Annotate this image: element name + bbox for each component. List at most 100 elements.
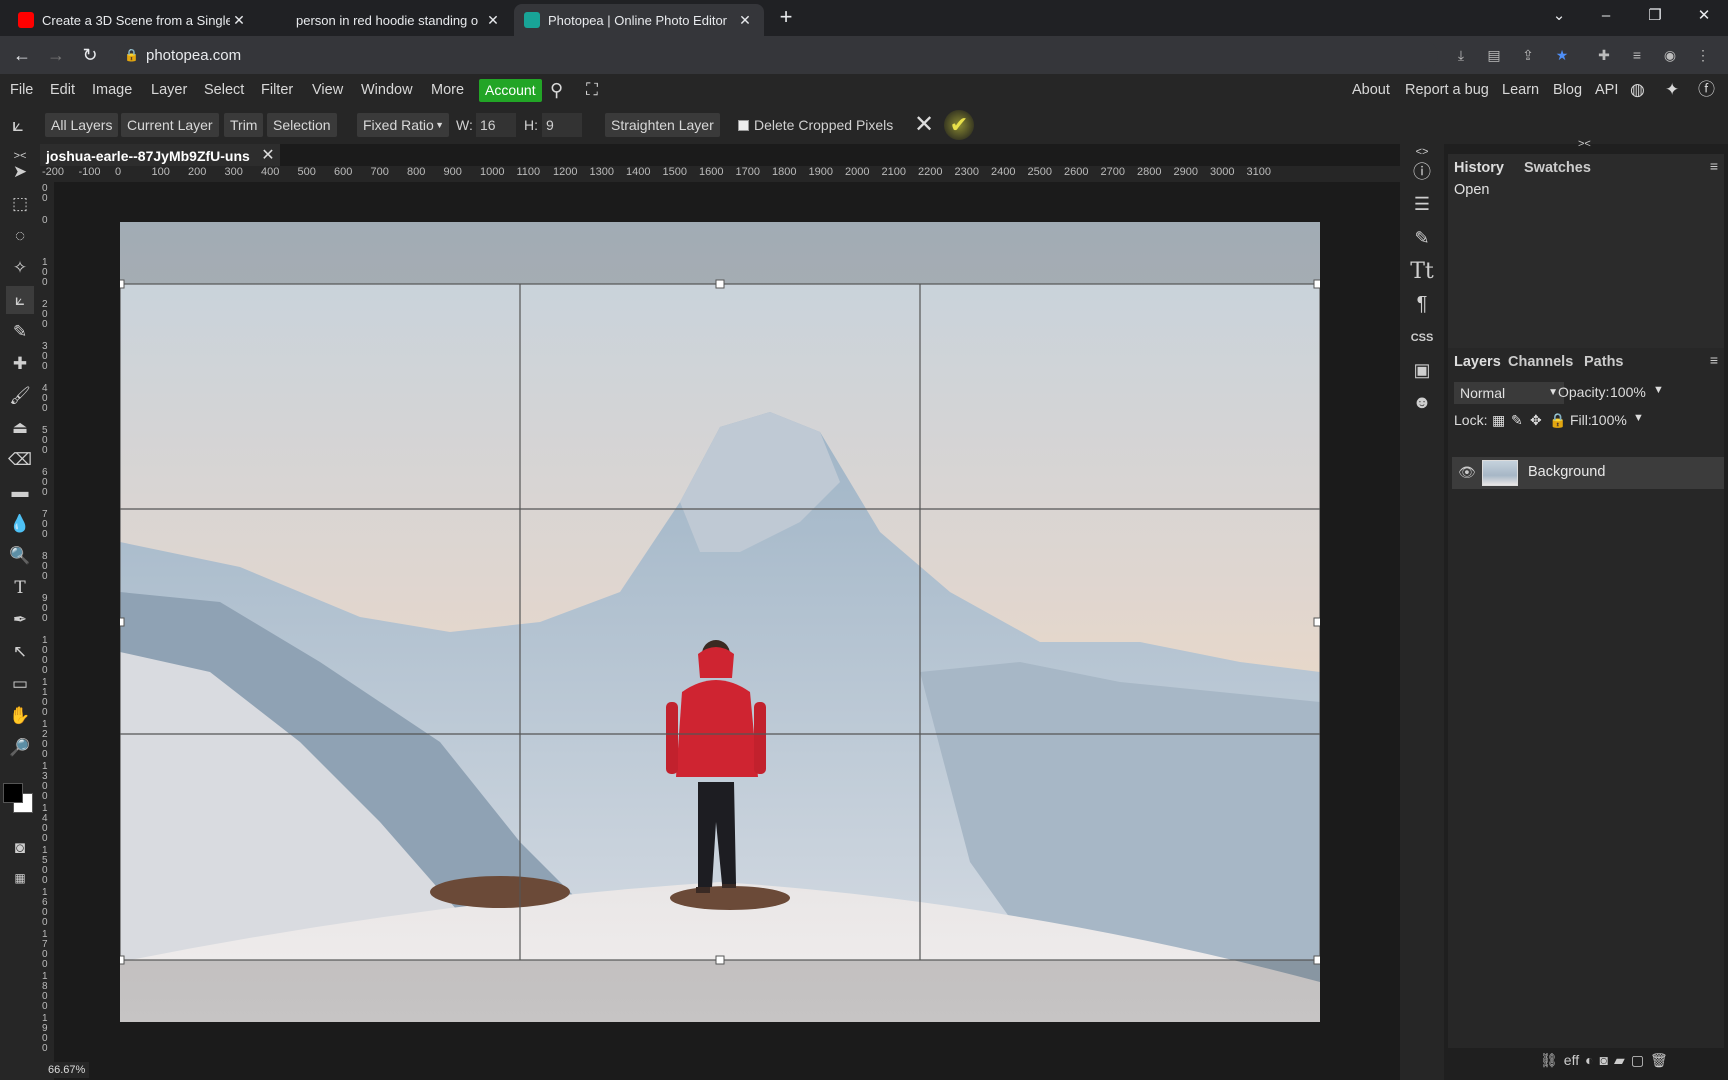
fullscreen-icon[interactable]: ⛶ <box>586 74 598 106</box>
menu-image[interactable]: Image <box>92 74 132 106</box>
shape-tool-icon[interactable]: ▭ <box>6 670 34 698</box>
tab-history[interactable]: History <box>1454 160 1504 176</box>
new-group-icon[interactable]: ▰ <box>1614 1052 1625 1076</box>
close-icon[interactable]: ✕ <box>484 12 502 29</box>
link-layers-icon[interactable]: ⛓ <box>1540 1052 1558 1076</box>
tab-layers[interactable]: Layers <box>1454 354 1501 370</box>
browser-tab-search[interactable]: person in red hoodie standing o ✕ <box>262 4 512 36</box>
browser-tab-photopea[interactable]: Photopea | Online Photo Editor ✕ <box>514 4 764 36</box>
selection-button[interactable]: Selection <box>267 113 337 137</box>
menu-api[interactable]: API <box>1595 74 1618 106</box>
lasso-tool-icon[interactable]: ◌ <box>6 222 34 250</box>
clone-stamp-icon[interactable]: ⏏ <box>6 414 34 442</box>
commit-crop-button[interactable]: ✔ <box>944 110 974 140</box>
bookmark-star-icon[interactable]: ★ <box>1552 45 1572 65</box>
close-document-icon[interactable]: ✕ <box>258 144 278 168</box>
blend-mode-dropdown[interactable]: Normal ▼ <box>1454 382 1564 404</box>
foreground-color-swatch[interactable] <box>3 783 23 803</box>
tab-channels[interactable]: Channels <box>1508 354 1573 370</box>
browser-tab-youtube[interactable]: Create a 3D Scene from a Single ✕ <box>8 4 258 36</box>
lock-pixels-icon[interactable]: ▦ <box>1492 412 1505 429</box>
menu-blog[interactable]: Blog <box>1553 74 1582 106</box>
history-item-open[interactable]: Open <box>1454 182 1489 198</box>
lock-paint-icon[interactable]: ✎ <box>1511 412 1523 429</box>
document-tab[interactable]: joshua-earle--87JyMb9ZfU-uns <box>40 144 280 168</box>
screen-mode-icon[interactable]: ▦ <box>6 864 34 892</box>
layer-row-background[interactable]: 👁 Background <box>1452 457 1724 489</box>
lock-position-icon[interactable]: ✥ <box>1530 412 1542 429</box>
character-icon[interactable]: Tt <box>1408 258 1436 286</box>
ratio-mode-dropdown[interactable]: Fixed Ratio ▼ <box>357 113 449 137</box>
browser-menu-icon[interactable]: ⋮ <box>1693 45 1713 65</box>
facebook-icon[interactable]: ⓕ <box>1698 74 1715 106</box>
delete-cropped-checkbox[interactable] <box>738 120 749 131</box>
tab-search-icon[interactable]: ⌄ <box>1537 0 1581 32</box>
tab-swatches[interactable]: Swatches <box>1524 160 1591 176</box>
menu-edit[interactable]: Edit <box>50 74 75 106</box>
all-layers-button[interactable]: All Layers <box>45 113 119 137</box>
lock-all-icon[interactable]: 🔒 <box>1549 412 1566 429</box>
opacity-dropdown-icon[interactable]: ▼ <box>1653 384 1664 396</box>
menu-filter[interactable]: Filter <box>261 74 293 106</box>
fill-dropdown-icon[interactable]: ▼ <box>1633 412 1644 424</box>
trim-button[interactable]: Trim <box>224 113 264 137</box>
adjustments-icon[interactable]: ☰ <box>1408 190 1436 218</box>
dodge-tool-icon[interactable]: 🔍 <box>6 542 34 570</box>
delete-layer-icon[interactable]: 🗑 <box>1650 1052 1668 1076</box>
straighten-layer-button[interactable]: Straighten Layer <box>605 113 720 137</box>
emoji-icon[interactable]: ☻ <box>1408 388 1436 416</box>
quick-mask-icon[interactable]: ◙ <box>6 834 34 862</box>
menu-learn[interactable]: Learn <box>1502 74 1539 106</box>
blur-tool-icon[interactable]: 💧 <box>6 510 34 538</box>
marquee-tool-icon[interactable]: ⬚ <box>6 190 34 218</box>
layer-mask-icon[interactable]: ◙ <box>1600 1052 1608 1076</box>
minimize-button[interactable]: – <box>1584 0 1628 32</box>
brush-tool-icon[interactable]: 🖌 <box>6 382 34 410</box>
zoom-tool-icon[interactable]: 🔎 <box>6 734 34 762</box>
gradient-tool-icon[interactable]: ▬ <box>6 478 34 506</box>
image-icon[interactable]: ▣ <box>1408 356 1436 384</box>
cancel-crop-button[interactable]: ✕ <box>914 113 934 137</box>
menu-window[interactable]: Window <box>361 74 413 106</box>
extensions-icon[interactable]: ✚ <box>1594 45 1614 65</box>
hand-tool-icon[interactable]: ✋ <box>6 702 34 730</box>
fill-value[interactable]: 100% <box>1591 412 1627 428</box>
paragraph-icon[interactable]: ¶ <box>1408 290 1436 318</box>
menu-layer[interactable]: Layer <box>151 74 187 106</box>
menu-more[interactable]: More <box>431 74 464 106</box>
menu-view[interactable]: View <box>312 74 343 106</box>
crop-tool-icon[interactable]: ⟀ <box>6 286 34 314</box>
image-canvas[interactable] <box>120 222 1320 1022</box>
close-icon[interactable]: ✕ <box>736 12 754 29</box>
magic-wand-icon[interactable]: ✧ <box>6 254 34 282</box>
url-field[interactable]: 🔒 photopea.com <box>118 41 1438 69</box>
current-layer-button[interactable]: Current Layer <box>121 113 219 137</box>
profile-avatar[interactable]: ◉ <box>1660 45 1680 65</box>
panel-menu-icon[interactable]: ≡ <box>1710 352 1718 368</box>
restore-button[interactable]: ❐ <box>1633 0 1677 32</box>
brush-settings-icon[interactable]: ✎ <box>1408 224 1436 252</box>
eraser-tool-icon[interactable]: ⌫ <box>6 446 34 474</box>
close-icon[interactable]: ✕ <box>230 12 248 29</box>
crop-tool-icon[interactable]: ⟀ <box>12 113 24 137</box>
eyedropper-icon[interactable]: ✎ <box>6 318 34 346</box>
menu-about[interactable]: About <box>1352 74 1390 106</box>
path-select-icon[interactable]: ↖ <box>6 638 34 666</box>
layer-effects-icon[interactable]: eff <box>1564 1052 1579 1076</box>
reddit-icon[interactable]: ◍ <box>1630 74 1645 106</box>
healing-brush-icon[interactable]: ✚ <box>6 350 34 378</box>
opacity-value[interactable]: 100% <box>1610 384 1646 400</box>
collapse-panels-right-icon[interactable]: >< <box>1578 138 1591 150</box>
twitter-icon[interactable]: ✦ <box>1665 74 1679 106</box>
new-tab-button[interactable]: + <box>773 4 799 30</box>
menu-file[interactable]: File <box>10 74 33 106</box>
height-ratio-input[interactable] <box>542 113 582 137</box>
install-icon[interactable]: ⤓ <box>1451 45 1471 65</box>
close-window-button[interactable]: ✕ <box>1682 0 1726 32</box>
css-icon[interactable]: CSS <box>1408 324 1436 352</box>
back-button[interactable]: ← <box>10 43 34 67</box>
adjustment-layer-icon[interactable]: ◐ <box>1585 1052 1593 1076</box>
reload-button[interactable]: ↻ <box>78 43 102 67</box>
tab-paths[interactable]: Paths <box>1584 354 1624 370</box>
crop-overlay[interactable] <box>120 222 1320 1022</box>
